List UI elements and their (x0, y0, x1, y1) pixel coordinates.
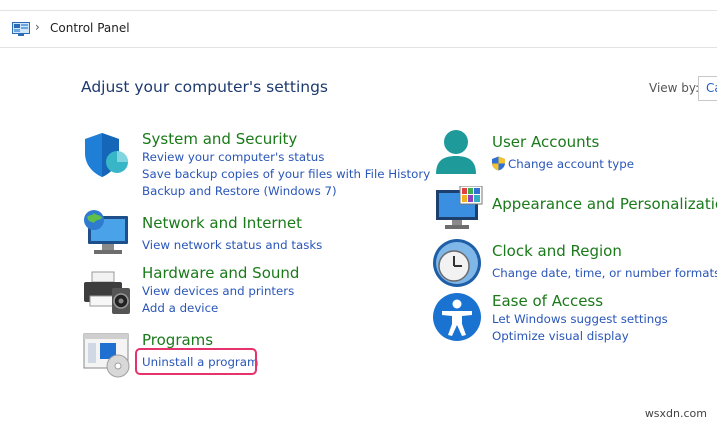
appearance-icon (436, 186, 483, 229)
view-by-label: View by: (649, 81, 700, 95)
network-and-internet-link[interactable]: Network and Internet (142, 214, 302, 232)
view-by-dropdown[interactable]: Ca (698, 76, 717, 101)
system-and-security-link[interactable]: System and Security (142, 130, 297, 148)
backup-restore-link[interactable]: Backup and Restore (Windows 7) (142, 184, 337, 198)
optimize-visual-link[interactable]: Optimize visual display (492, 329, 629, 343)
uac-shield-icon (492, 156, 505, 171)
shield-icon (85, 133, 128, 177)
highlight-box (135, 348, 257, 375)
clock-and-region-link[interactable]: Clock and Region (492, 242, 622, 260)
programs-icon (83, 333, 130, 378)
ease-of-access-link[interactable]: Ease of Access (492, 292, 603, 310)
hardware-and-sound-link[interactable]: Hardware and Sound (142, 264, 299, 282)
clock-icon (433, 239, 481, 287)
change-account-type-link[interactable]: Change account type (508, 157, 634, 171)
watermark: wsxdn.com (644, 407, 707, 420)
page-title: Adjust your computer's settings (81, 78, 328, 96)
programs-link[interactable]: Programs (142, 331, 213, 349)
user-accounts-link[interactable]: User Accounts (492, 133, 599, 151)
review-status-link[interactable]: Review your computer's status (142, 150, 324, 164)
printer-icon (84, 271, 130, 314)
add-device-link[interactable]: Add a device (142, 301, 218, 315)
suggest-settings-link[interactable]: Let Windows suggest settings (492, 312, 668, 326)
network-icon (84, 210, 128, 254)
control-panel-icon (12, 22, 30, 36)
ease-of-access-icon (433, 293, 481, 341)
chevron-right-icon: › (35, 20, 40, 34)
user-accounts-icon (436, 130, 476, 174)
view-devices-link[interactable]: View devices and printers (142, 284, 294, 298)
change-formats-link[interactable]: Change date, time, or number formats (492, 266, 717, 280)
breadcrumb-control-panel[interactable]: Control Panel (50, 21, 130, 35)
view-network-status-link[interactable]: View network status and tasks (142, 238, 322, 252)
address-bar[interactable]: › Control Panel (0, 10, 717, 48)
appearance-personalization-link[interactable]: Appearance and Personalization (492, 195, 717, 213)
file-history-link[interactable]: Save backup copies of your files with Fi… (142, 167, 430, 181)
